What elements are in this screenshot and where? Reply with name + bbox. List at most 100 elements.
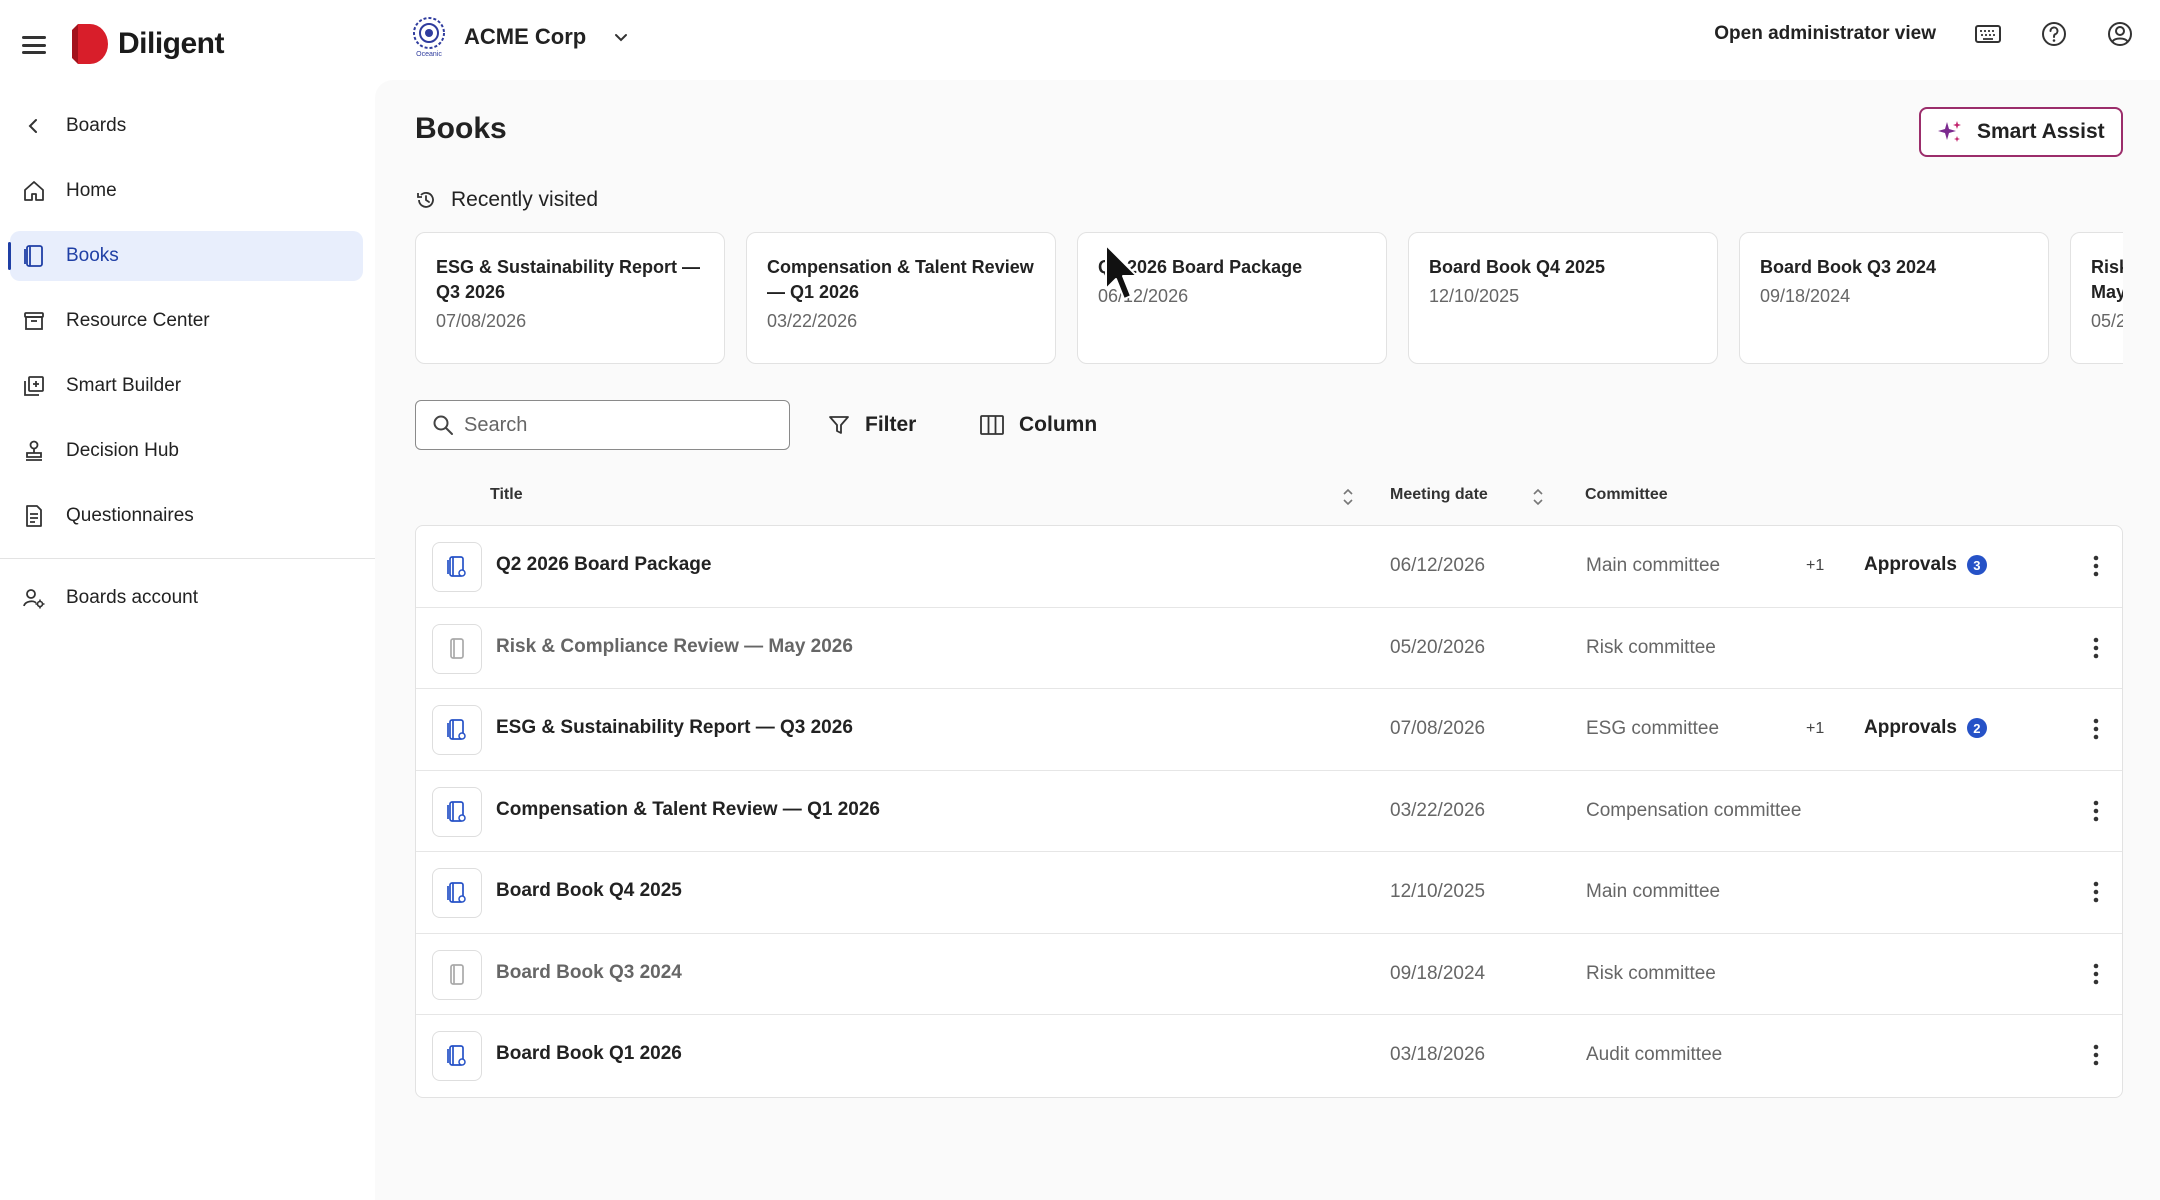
keyboard-icon[interactable] (1974, 20, 2002, 48)
org-switcher[interactable]: Oceanic ACME Corp (410, 16, 630, 58)
account-icon[interactable] (2106, 20, 2134, 48)
row-title[interactable]: Risk & Compliance Review — May 2026 (496, 636, 853, 658)
main-content: Books Smart Assist Recently visited ESG … (375, 80, 2160, 1200)
row-title[interactable]: Q2 2026 Board Package (496, 554, 711, 576)
sort-icon[interactable] (1531, 487, 1545, 507)
help-icon[interactable] (2040, 20, 2068, 48)
row-title[interactable]: Board Book Q3 2024 (496, 962, 682, 984)
more-options-icon[interactable] (2081, 633, 2111, 663)
org-logo-icon: Oceanic (413, 17, 445, 58)
row-meeting-date: 05/20/2026 (1390, 636, 1486, 658)
row-committee: Audit committee (1586, 1044, 1723, 1065)
row-meeting-date: 09/18/2024 (1390, 962, 1486, 984)
table-row[interactable]: Q2 2026 Board Package 06/12/2026 Main co… (416, 526, 2122, 608)
sidebar: Boards Home Books Resource Center Smart … (0, 80, 375, 1200)
recent-card[interactable]: ESG & Sustainability Report — Q3 2026 07… (415, 232, 725, 364)
app-logo[interactable]: Diligent (72, 24, 225, 64)
sort-icon[interactable] (1341, 487, 1355, 507)
book-icon (432, 1031, 482, 1081)
column-header-meeting-date[interactable]: Meeting date (1390, 486, 1488, 504)
row-committee: Risk committee (1586, 636, 1716, 658)
recent-card[interactable]: Compensation & Talent Review — Q1 2026 0… (746, 232, 1056, 364)
recent-card-date: 06/12/2026 (1098, 286, 1189, 306)
row-committee-more[interactable]: +1 (1806, 557, 1824, 575)
approvals-tag[interactable]: Approvals 2 (1864, 717, 1987, 739)
sidebar-item-books[interactable]: Books (8, 231, 363, 281)
search-input[interactable] (464, 413, 764, 437)
row-title[interactable]: Board Book Q1 2026 (496, 1043, 682, 1065)
sparkle-icon (1938, 121, 1961, 142)
approvals-label: Approvals (1864, 554, 1957, 575)
row-committee-more[interactable]: +1 (1806, 720, 1824, 738)
stamp-icon (22, 439, 46, 463)
recently-visited-list: ESG & Sustainability Report — Q3 2026 07… (415, 232, 2123, 366)
back-to-boards-link[interactable]: Boards (10, 101, 363, 151)
recent-card-title: Board Book Q3 2024 (1760, 257, 1937, 277)
table-row[interactable]: Board Book Q4 2025 12/10/2025 Main commi… (416, 852, 2122, 934)
sidebar-item-questionnaires[interactable]: Questionnaires (10, 491, 363, 541)
archive-icon (22, 309, 46, 333)
open-admin-view-link[interactable]: Open administrator view (1714, 23, 1936, 45)
org-name: ACME Corp (464, 24, 587, 49)
table-row[interactable]: Board Book Q1 2026 03/18/2026 Audit comm… (416, 1015, 2122, 1097)
table-row[interactable]: ESG & Sustainability Report — Q3 2026 07… (416, 689, 2122, 771)
sidebar-divider (0, 558, 375, 559)
recent-card-title: Compensation & Talent Review — Q1 2026 (767, 257, 1034, 302)
book-icon (432, 786, 482, 837)
books-table: Q2 2026 Board Package 06/12/2026 Main co… (415, 525, 2123, 1098)
row-title[interactable]: Board Book Q4 2025 (496, 880, 682, 902)
sidebar-item-smart-builder[interactable]: Smart Builder (10, 361, 363, 411)
column-header-committee[interactable]: Committee (1585, 486, 1668, 504)
sidebar-item-label: Questionnaires (66, 505, 194, 526)
page-title: Books (415, 112, 507, 145)
more-options-icon[interactable] (2081, 1040, 2111, 1070)
row-committee: Main committee (1586, 555, 1721, 576)
more-options-icon[interactable] (2081, 877, 2111, 907)
recent-card-title: ESG & Sustainability Report — Q3 2026 (436, 257, 701, 302)
row-meeting-date: 06/12/2026 (1390, 555, 1486, 576)
recent-card-date: 12/10/2025 (1429, 286, 1520, 306)
recently-visited-label: Recently visited (451, 188, 599, 211)
top-bar: Diligent Oceanic ACME Corp Open administ… (0, 0, 2160, 80)
row-title[interactable]: ESG & Sustainability Report — Q3 2026 (496, 717, 853, 739)
row-committee: Main committee (1586, 881, 1721, 902)
recent-card[interactable]: Board Book Q4 2025 12/10/2025 (1408, 232, 1718, 364)
sidebar-item-home[interactable]: Home (10, 166, 363, 216)
row-meeting-date: 07/08/2026 (1390, 718, 1486, 739)
recent-card-title: Q2 2026 Board Package (1098, 257, 1303, 277)
approvals-tag[interactable]: Approvals 3 (1864, 554, 1987, 576)
sidebar-item-resource-center[interactable]: Resource Center (10, 296, 363, 346)
recent-card-title: Board Book Q4 2025 (1429, 257, 1606, 277)
row-title[interactable]: Compensation & Talent Review — Q1 2026 (496, 799, 880, 821)
column-header-title[interactable]: Title (490, 486, 523, 504)
app-name: Diligent (118, 27, 225, 60)
book-icon (432, 868, 482, 918)
recently-visited-header: Recently visited (415, 188, 598, 212)
table-row[interactable]: Compensation & Talent Review — Q1 2026 0… (416, 771, 2122, 852)
book-icon (432, 949, 482, 1000)
more-options-icon[interactable] (2081, 959, 2111, 989)
smart-assist-label: Smart Assist (1977, 120, 2105, 143)
recent-card[interactable]: Board Book Q3 2024 09/18/2024 (1739, 232, 2049, 364)
filter-button[interactable]: Filter (827, 400, 916, 450)
table-row[interactable]: Board Book Q3 2024 09/18/2024 Risk commi… (416, 934, 2122, 1015)
search-field[interactable] (415, 400, 790, 450)
sidebar-item-boards-account[interactable]: Boards account (10, 573, 363, 623)
sidebar-item-label: Boards account (66, 587, 199, 608)
recent-card[interactable]: Risk & Compliance Review — May 2026 05/2… (2070, 232, 2123, 364)
column-label: Column (1019, 413, 1098, 436)
home-icon (22, 179, 46, 203)
more-options-icon[interactable] (2081, 551, 2111, 581)
recent-card[interactable]: Q2 2026 Board Package 06/12/2026 (1077, 232, 1387, 364)
sidebar-item-decision-hub[interactable]: Decision Hub (10, 426, 363, 476)
diligent-logo-icon (72, 24, 108, 64)
columns-icon (980, 415, 1004, 435)
sidebar-item-label: Resource Center (66, 310, 210, 331)
table-row[interactable]: Risk & Compliance Review — May 2026 05/2… (416, 608, 2122, 689)
more-options-icon[interactable] (2081, 714, 2111, 744)
menu-icon[interactable] (20, 33, 48, 57)
sidebar-item-label: Home (66, 180, 117, 201)
smart-assist-button[interactable]: Smart Assist (1919, 107, 2123, 157)
more-options-icon[interactable] (2081, 796, 2111, 826)
column-button[interactable]: Column (979, 400, 1097, 450)
